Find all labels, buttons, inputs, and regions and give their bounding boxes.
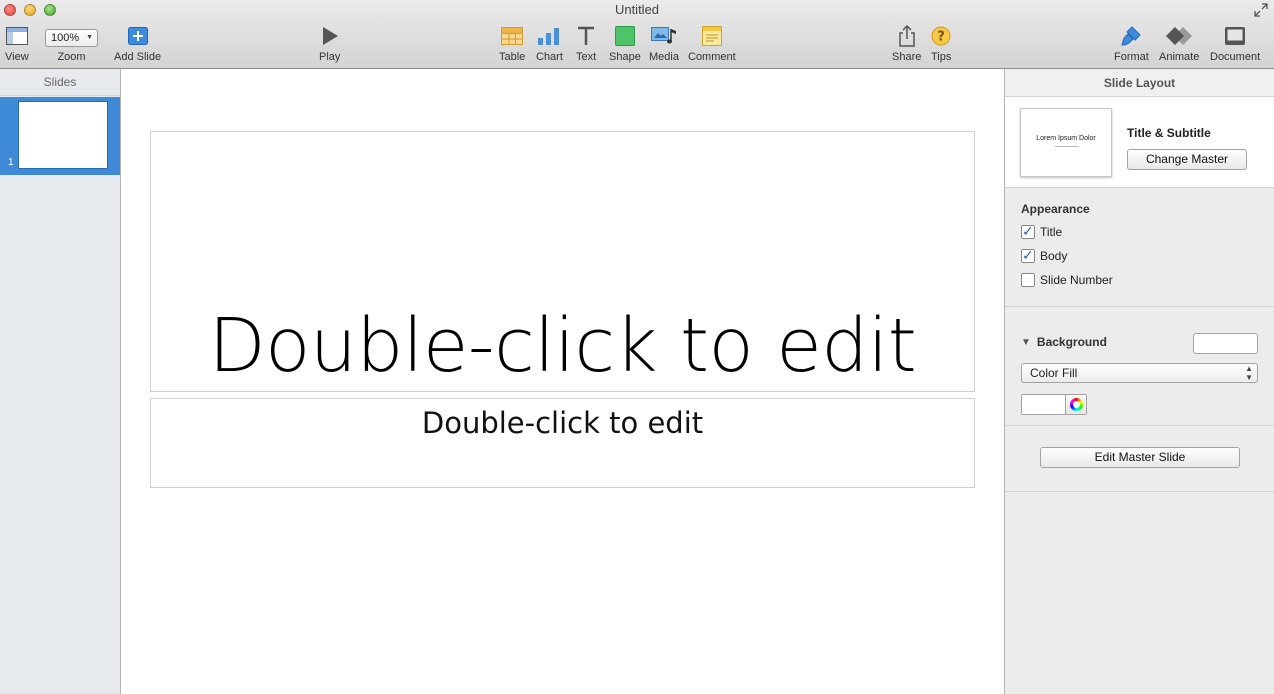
media-label: Media (649, 51, 679, 63)
color-well[interactable] (1021, 394, 1087, 415)
animate-button[interactable]: Animate (1159, 23, 1199, 63)
inspector-panel: Slide Layout Lorem Ipsum Dolor Title & S… (1004, 69, 1274, 694)
body-option[interactable]: Body (1021, 247, 1274, 264)
document-icon (1224, 23, 1246, 49)
shape-button[interactable]: Shape (609, 23, 641, 63)
share-button[interactable]: Share (892, 23, 921, 63)
add-slide-icon (127, 23, 148, 49)
color-wheel-icon (1069, 398, 1083, 411)
table-icon (501, 23, 524, 49)
color-wheel-button[interactable] (1066, 395, 1086, 414)
media-icon (650, 23, 677, 49)
slide-thumbnail-row[interactable]: 1 (0, 97, 120, 175)
fill-type-select[interactable]: Color Fill ▲ ▼ (1021, 363, 1258, 383)
fill-type-value: Color Fill (1030, 366, 1078, 380)
chart-button[interactable]: Chart (536, 23, 563, 63)
format-label: Format (1114, 51, 1149, 63)
slide-number-option-label: Slide Number (1040, 273, 1113, 287)
zoom-value: 100% (51, 32, 80, 44)
shape-label: Shape (609, 51, 641, 63)
master-thumbnail-subtitle (1055, 146, 1079, 147)
format-button[interactable]: Format (1114, 23, 1149, 63)
title-placeholder[interactable]: Double-click to edit (150, 131, 975, 392)
media-button[interactable]: Media (649, 23, 679, 63)
comment-button[interactable]: Comment (688, 23, 736, 63)
title-option[interactable]: Title (1021, 223, 1274, 240)
zoom-control: 100% ▼ Zoom (45, 23, 98, 63)
paintbrush-icon (1120, 23, 1142, 49)
background-section: ▼ Background Color Fill ▲ ▼ (1005, 307, 1274, 426)
master-thumbnail[interactable]: Lorem Ipsum Dolor (1020, 108, 1112, 177)
table-button[interactable]: Table (499, 23, 525, 63)
view-icon (5, 23, 28, 49)
dropdown-arrow-icon: ▼ (86, 34, 93, 41)
slide-navigator: Slides 1 (0, 69, 121, 694)
add-slide-button[interactable]: Add Slide (114, 23, 161, 63)
color-swatch[interactable] (1022, 395, 1066, 414)
updown-arrows-icon: ▲ ▼ (1245, 364, 1253, 382)
background-title: Background (1036, 335, 1107, 349)
edit-master-section: Edit Master Slide (1005, 426, 1274, 492)
inspector-header: Slide Layout (1005, 69, 1274, 97)
master-thumbnail-title: Lorem Ipsum Dolor (1036, 135, 1096, 142)
view-button[interactable]: View (5, 23, 29, 63)
master-name: Title & Subtitle (1127, 126, 1211, 140)
title-checkbox[interactable] (1021, 223, 1035, 240)
help-icon: ? (931, 23, 951, 49)
view-label: View (5, 51, 29, 63)
appearance-title: Appearance (1021, 202, 1090, 216)
background-preview-swatch[interactable] (1193, 333, 1258, 354)
svg-text:?: ? (937, 30, 945, 45)
play-icon (321, 23, 339, 49)
add-slide-label: Add Slide (114, 51, 162, 63)
share-icon (898, 23, 916, 49)
slide-number: 1 (8, 157, 14, 168)
play-button[interactable]: Play (319, 23, 340, 63)
toolbar: Untitled View 100% ▼ Zoom Add Slide Play (0, 0, 1274, 69)
zoom-select[interactable]: 100% ▼ (45, 29, 98, 47)
subtitle-placeholder-text: Double-click to edit (421, 406, 704, 440)
animate-icon (1164, 23, 1194, 49)
master-section: Lorem Ipsum Dolor Title & Subtitle Chang… (1005, 97, 1274, 188)
text-button[interactable]: Text (576, 23, 596, 63)
shape-icon (614, 23, 635, 49)
text-label: Text (576, 51, 597, 63)
tips-label: Tips (931, 51, 952, 63)
zoom-label: Zoom (57, 51, 86, 63)
subtitle-placeholder[interactable]: Double-click to edit (150, 398, 975, 488)
text-icon (577, 23, 595, 49)
slide-number-option[interactable]: Slide Number (1021, 272, 1274, 288)
body-checkbox[interactable] (1021, 247, 1035, 264)
share-label: Share (892, 51, 922, 63)
document-button[interactable]: Document (1210, 23, 1260, 63)
play-label: Play (319, 51, 341, 63)
disclosure-triangle-icon: ▼ (1021, 336, 1031, 348)
tips-button[interactable]: ? Tips (931, 23, 951, 63)
table-label: Table (499, 51, 526, 63)
navigator-header: Slides (0, 69, 120, 96)
fullscreen-icon[interactable] (1254, 3, 1268, 17)
window-title: Untitled (614, 2, 660, 17)
comment-icon (701, 23, 722, 49)
animate-label: Animate (1159, 51, 1200, 63)
title-option-label: Title (1040, 225, 1063, 239)
comment-label: Comment (688, 51, 736, 63)
chart-icon (537, 23, 561, 49)
slide-canvas[interactable]: Double-click to edit Double-click to edi… (121, 69, 1004, 694)
chart-label: Chart (536, 51, 563, 63)
appearance-section: Appearance Title Body Slide Number (1005, 188, 1274, 307)
slide-thumbnail[interactable] (18, 101, 108, 169)
body-option-label: Body (1040, 249, 1068, 263)
title-placeholder-text: Double-click to edit (208, 303, 917, 389)
change-master-button[interactable]: Change Master (1127, 149, 1247, 170)
slide-number-checkbox[interactable] (1021, 273, 1035, 287)
edit-master-slide-button[interactable]: Edit Master Slide (1040, 447, 1240, 468)
document-label: Document (1210, 51, 1261, 63)
background-disclosure[interactable]: ▼ Background (1021, 335, 1107, 349)
